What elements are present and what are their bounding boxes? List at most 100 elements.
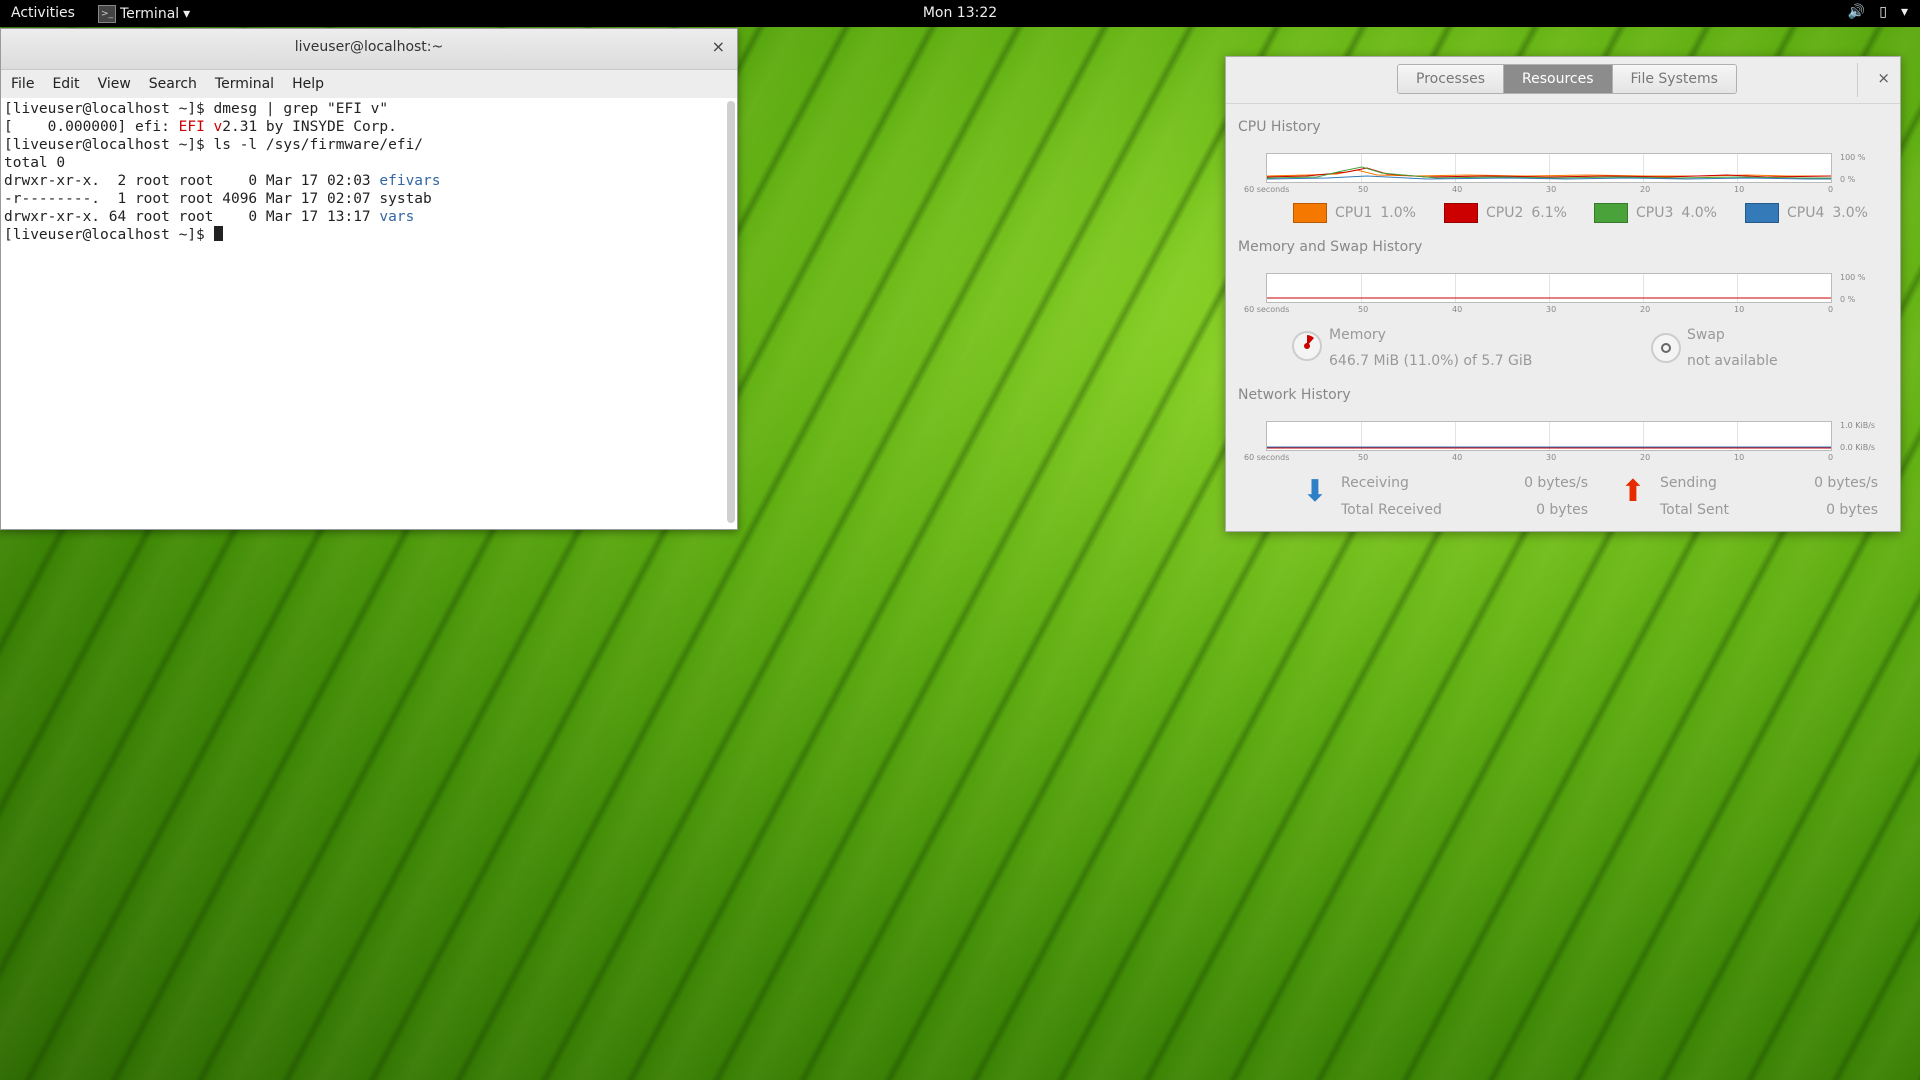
x-tick: 0 bbox=[1828, 185, 1834, 194]
x-tick: 40 bbox=[1452, 453, 1463, 462]
memory-history-graph bbox=[1266, 273, 1832, 303]
memory-value: 646.7 MiB (11.0%) of 5.7 GiB bbox=[1329, 353, 1533, 369]
total-received-value: 0 bytes bbox=[1536, 502, 1588, 518]
receiving-arrow-icon[interactable]: ⬇ bbox=[1298, 475, 1332, 509]
header-separator bbox=[1857, 63, 1858, 97]
terminal-scrollbar[interactable] bbox=[727, 101, 735, 523]
x-tick: 40 bbox=[1452, 305, 1463, 314]
terminal-line: -r--------. 1 root root 4096 Mar 17 02:0… bbox=[4, 191, 432, 207]
activities-button[interactable]: Activities bbox=[11, 5, 75, 21]
terminal-title: liveuser@localhost:~ bbox=[294, 39, 444, 55]
directory-name: efivars bbox=[379, 173, 441, 189]
app-menu-label: Terminal bbox=[120, 6, 180, 22]
x-tick: 30 bbox=[1546, 185, 1557, 194]
cpu-history-graph bbox=[1266, 153, 1832, 183]
cpu-history-title: CPU History bbox=[1238, 119, 1321, 135]
receiving-value: 0 bytes/s bbox=[1524, 475, 1588, 491]
terminal-line: drwxr-xr-x. 64 root root 0 Mar 17 13:17 bbox=[4, 209, 380, 225]
cpu2-label: CPU2 bbox=[1486, 205, 1524, 221]
x-tick: 0 bbox=[1828, 305, 1834, 314]
x-tick: 60 seconds bbox=[1244, 453, 1290, 462]
x-tick: 30 bbox=[1546, 305, 1557, 314]
y-tick: 1.0 KiB/s bbox=[1840, 421, 1876, 430]
memory-x-axis: 60 seconds 50 40 30 20 10 0 bbox=[1244, 305, 1844, 317]
x-tick: 20 bbox=[1640, 185, 1651, 194]
terminal-line: [liveuser@localhost ~]$ dmesg | grep "EF… bbox=[4, 101, 389, 117]
cpu1-value: 1.0% bbox=[1380, 205, 1416, 221]
network-graph-lines bbox=[1267, 446, 1831, 449]
tab-processes[interactable]: Processes bbox=[1398, 65, 1505, 93]
total-sent-label: Total Sent bbox=[1660, 502, 1730, 518]
terminal-menubar: File Edit View Search Terminal Help bbox=[1, 70, 737, 98]
terminal-screen[interactable]: [liveuser@localhost ~]$ dmesg | grep "EF… bbox=[2, 98, 726, 528]
cpu4-swatch[interactable] bbox=[1745, 203, 1779, 223]
chevron-down-icon: ▾ bbox=[183, 6, 191, 22]
status-area[interactable]: 🔊 ▯ ▾ bbox=[1848, 4, 1908, 20]
menu-terminal[interactable]: Terminal bbox=[215, 76, 274, 92]
menu-file[interactable]: File bbox=[11, 76, 34, 92]
x-tick: 20 bbox=[1640, 453, 1651, 462]
sending-arrow-icon[interactable]: ⬆ bbox=[1616, 475, 1650, 509]
memory-history-title: Memory and Swap History bbox=[1238, 239, 1423, 255]
cpu3-swatch[interactable] bbox=[1594, 203, 1628, 223]
cpu1-legend[interactable]: CPU1 1.0% bbox=[1293, 203, 1416, 223]
cpu-graph-lines bbox=[1267, 166, 1831, 180]
cpu4-legend[interactable]: CPU4 3.0% bbox=[1745, 203, 1868, 223]
y-tick: 0 % bbox=[1840, 295, 1856, 304]
tab-resources[interactable]: Resources bbox=[1504, 65, 1613, 93]
close-icon[interactable]: × bbox=[1877, 69, 1890, 87]
cpu-x-axis: 60 seconds 50 40 30 20 10 0 bbox=[1244, 185, 1844, 197]
terminal-line: 2.31 by INSYDE Corp. bbox=[222, 119, 397, 135]
cpu2-legend[interactable]: CPU2 6.1% bbox=[1444, 203, 1567, 223]
system-menu-arrow-icon[interactable]: ▾ bbox=[1901, 4, 1908, 20]
cpu3-value: 4.0% bbox=[1681, 205, 1717, 221]
menu-edit[interactable]: Edit bbox=[52, 76, 79, 92]
menu-view[interactable]: View bbox=[98, 76, 131, 92]
x-tick: 30 bbox=[1546, 453, 1557, 462]
total-received-label: Total Received bbox=[1341, 502, 1442, 518]
swap-pie-icon[interactable] bbox=[1651, 333, 1681, 363]
memory-pie-icon[interactable] bbox=[1292, 331, 1322, 361]
cpu3-legend[interactable]: CPU3 4.0% bbox=[1594, 203, 1717, 223]
terminal-line: drwxr-xr-x. 2 root root 0 Mar 17 02:03 bbox=[4, 173, 380, 189]
menu-help[interactable]: Help bbox=[292, 76, 324, 92]
top-bar: Activities >_ Terminal ▾ Mon 13:22 🔊 ▯ ▾ bbox=[0, 0, 1920, 27]
x-tick: 50 bbox=[1358, 305, 1369, 314]
close-icon[interactable]: × bbox=[712, 37, 725, 56]
x-tick: 40 bbox=[1452, 185, 1463, 194]
memory-label: Memory bbox=[1329, 327, 1386, 343]
cpu3-label: CPU3 bbox=[1636, 205, 1674, 221]
terminal-window: liveuser@localhost:~ × File Edit View Se… bbox=[0, 28, 738, 530]
y-tick: 0.0 KiB/s bbox=[1840, 443, 1876, 452]
y-tick: 100 % bbox=[1840, 273, 1866, 282]
text-cursor bbox=[213, 226, 223, 241]
x-tick: 10 bbox=[1734, 305, 1745, 314]
x-tick: 50 bbox=[1358, 185, 1369, 194]
app-menu[interactable]: >_ Terminal ▾ bbox=[98, 5, 190, 23]
cpu2-swatch[interactable] bbox=[1444, 203, 1478, 223]
x-tick: 60 seconds bbox=[1244, 305, 1290, 314]
cpu1-swatch[interactable] bbox=[1293, 203, 1327, 223]
clock[interactable]: Mon 13:22 bbox=[923, 5, 997, 21]
clock-container: Mon 13:22 bbox=[0, 5, 1920, 21]
x-tick: 10 bbox=[1734, 185, 1745, 194]
network-x-axis: 60 seconds 50 40 30 20 10 0 bbox=[1244, 453, 1844, 465]
battery-icon[interactable]: ▯ bbox=[1879, 4, 1887, 20]
total-sent-value: 0 bytes bbox=[1826, 502, 1878, 518]
sysmon-header[interactable]: Processes Resources File Systems × bbox=[1226, 57, 1900, 104]
x-tick: 20 bbox=[1640, 305, 1651, 314]
x-tick: 50 bbox=[1358, 453, 1369, 462]
terminal-line: total 0 bbox=[4, 155, 66, 171]
menu-search[interactable]: Search bbox=[149, 76, 197, 92]
volume-icon[interactable]: 🔊 bbox=[1848, 4, 1865, 20]
cpu4-label: CPU4 bbox=[1787, 205, 1825, 221]
cpu4-value: 3.0% bbox=[1832, 205, 1868, 221]
terminal-line: [ 0.000000] efi: bbox=[4, 119, 179, 135]
swap-value: not available bbox=[1687, 353, 1778, 369]
directory-name: vars bbox=[379, 209, 415, 225]
y-tick: 0 % bbox=[1840, 175, 1856, 184]
tab-file-systems[interactable]: File Systems bbox=[1612, 65, 1736, 93]
terminal-titlebar[interactable]: liveuser@localhost:~ × bbox=[1, 29, 737, 70]
terminal-match-highlight: EFI v bbox=[178, 119, 223, 135]
memory-graph-lines bbox=[1267, 297, 1831, 299]
